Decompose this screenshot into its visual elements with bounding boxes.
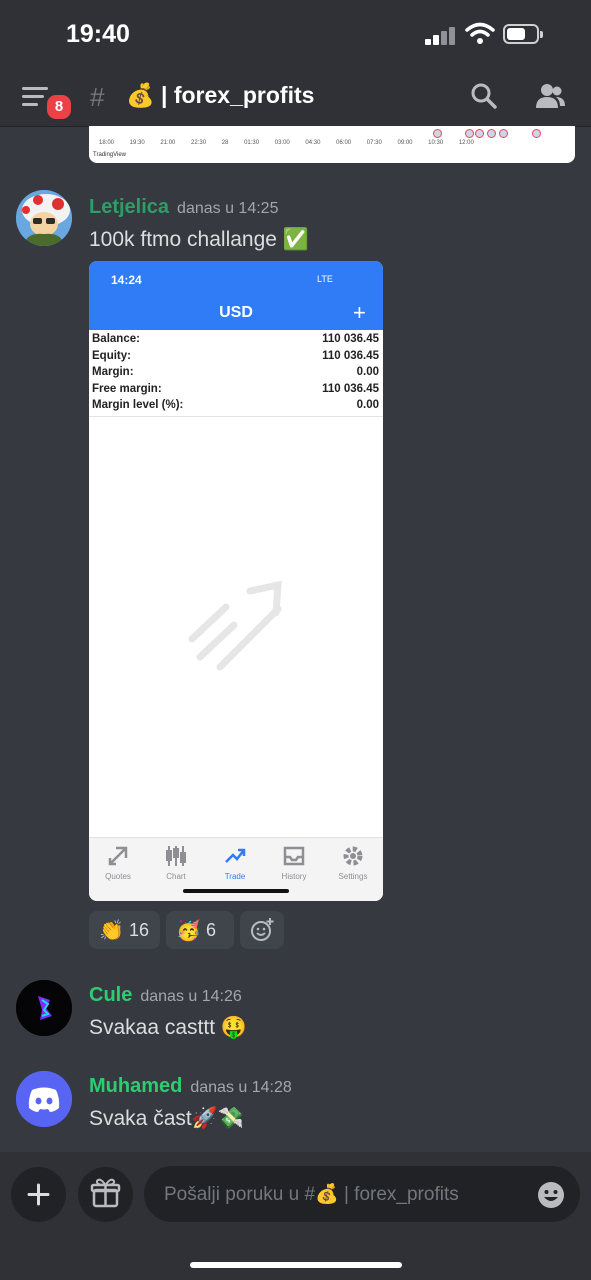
mt-network-label: LTE	[317, 274, 333, 284]
summary-row: Free margin: 110 036.45	[89, 383, 383, 400]
trade-trend-icon	[225, 848, 246, 863]
author-username[interactable]: Cule	[89, 984, 132, 1006]
home-indicator	[183, 889, 289, 893]
tab-label: History	[281, 872, 307, 881]
summary-row: Balance: 110 036.45	[89, 333, 383, 350]
reaction-clap[interactable]: 👏 16	[89, 911, 160, 949]
summary-value: 0.00	[356, 366, 379, 379]
tab-trade[interactable]: Trade	[206, 844, 264, 881]
reaction-count: 6	[206, 920, 217, 940]
image-attachment[interactable]: 14:24 LTE USD + Balance: 110 036.45 Equit…	[89, 261, 383, 901]
summary-value: 110 036.45	[322, 382, 379, 395]
tab-label: Settings	[338, 872, 368, 881]
channel-title[interactable]: 💰 | forex_profits	[126, 82, 314, 109]
tab-label: Trade	[224, 872, 246, 881]
mt-add-icon: +	[353, 300, 366, 325]
reaction-count: 16	[129, 920, 150, 940]
attach-button[interactable]	[11, 1167, 66, 1222]
summary-label: Free margin:	[92, 382, 162, 395]
plus-icon	[27, 1183, 50, 1206]
avatar[interactable]	[16, 190, 72, 246]
message-input-placeholder: Pošalji poruku u #💰 | forex_profits	[164, 1184, 459, 1205]
gift-button[interactable]	[78, 1167, 133, 1222]
add-reaction-button[interactable]	[240, 911, 284, 949]
tab-quotes[interactable]: Quotes	[89, 844, 147, 881]
event-flag-icon	[465, 129, 474, 138]
tab-label: Chart	[166, 872, 186, 881]
chart-time-axis: 18:00 19:30 21:00 22:30 28 01:30 03:00 0…	[99, 140, 474, 146]
timestamp: danas u 14:28	[190, 1079, 292, 1096]
tab-history[interactable]: History	[265, 844, 323, 881]
tab-settings[interactable]: Settings	[324, 844, 382, 881]
author-name[interactable]: Muhamed danas u 14:28	[89, 1075, 292, 1098]
event-flag-icon	[487, 129, 496, 138]
summary-row: Equity: 110 036.45	[89, 350, 383, 367]
reaction-party[interactable]: 🥳 6	[166, 911, 234, 949]
battery-icon	[503, 24, 543, 44]
message-text: Svaka čast🚀💸	[89, 1107, 245, 1130]
author-username[interactable]: Letjelica	[89, 196, 169, 218]
gear-icon	[343, 846, 363, 866]
candlestick-icon	[166, 846, 186, 866]
channel-hash-icon: #	[90, 82, 105, 112]
channel-header: 8 # 💰 | forex_profits	[0, 70, 591, 127]
summary-row: Margin: 0.00	[89, 366, 383, 383]
avatar[interactable]	[16, 980, 72, 1036]
gift-icon	[90, 1178, 121, 1208]
summary-row: Margin level (%): 0.00	[89, 399, 383, 416]
notification-badge: 8	[44, 92, 74, 122]
quotes-icon	[108, 846, 128, 866]
tradingview-logo: TradingView	[93, 152, 127, 158]
timestamp: danas u 14:26	[140, 988, 242, 1005]
summary-label: Equity:	[92, 349, 131, 362]
message-text: 100k ftmo challange ✅	[89, 228, 309, 251]
add-reaction-icon	[251, 918, 274, 941]
divider	[89, 416, 383, 417]
event-flag-icon	[499, 129, 508, 138]
discord-logo-icon	[16, 1071, 72, 1127]
cellular-signal-icon	[425, 27, 457, 45]
event-flag-icon	[475, 129, 484, 138]
message-composer: Pošalji poruku u #💰 | forex_profits	[0, 1152, 591, 1280]
author-name[interactable]: Letjelica danas u 14:25	[89, 196, 278, 219]
search-icon[interactable]	[470, 82, 498, 110]
previous-chart-attachment[interactable]: 18:00 19:30 21:00 22:30 28 01:30 03:00 0…	[89, 126, 575, 163]
summary-value: 0.00	[356, 399, 379, 412]
status-bar: 19:40	[0, 0, 591, 70]
author-username[interactable]: Muhamed	[89, 1075, 182, 1097]
account-summary: Balance: 110 036.45 Equity: 110 036.45 Mar…	[89, 333, 383, 416]
summary-label: Margin level (%):	[92, 399, 184, 412]
event-flag-icon	[433, 129, 442, 138]
timestamp: danas u 14:25	[177, 200, 279, 217]
toad-avatar-icon	[16, 190, 72, 246]
members-icon[interactable]	[534, 82, 566, 112]
reaction-emoji: 👏	[99, 920, 124, 942]
status-time: 19:40	[66, 20, 130, 48]
inbox-icon	[283, 846, 305, 866]
emoji-picker-icon[interactable]	[537, 1181, 565, 1209]
summary-label: Margin:	[92, 366, 134, 379]
event-flag-icon	[532, 129, 541, 138]
neon-avatar-icon	[16, 980, 72, 1036]
wifi-icon	[465, 22, 495, 44]
summary-value: 110 036.45	[322, 333, 379, 345]
author-name[interactable]: Cule danas u 14:26	[89, 984, 242, 1007]
tab-chart[interactable]: Chart	[147, 844, 205, 881]
summary-label: Balance:	[92, 333, 140, 345]
summary-value: 110 036.45	[322, 349, 379, 362]
reaction-emoji: 🥳	[176, 920, 201, 942]
mt-account-title: USD	[219, 304, 253, 321]
avatar[interactable]	[16, 1071, 72, 1127]
mt-status-time: 14:24	[111, 273, 142, 287]
mt-header: 14:24 LTE USD +	[89, 261, 383, 330]
home-indicator	[190, 1262, 402, 1268]
message-input[interactable]: Pošalji poruku u #💰 | forex_profits	[144, 1166, 580, 1222]
message-text: Svakaa casttt 🤑	[89, 1016, 248, 1039]
tab-label: Quotes	[105, 872, 131, 881]
trade-trend-watermark-icon	[188, 581, 282, 671]
